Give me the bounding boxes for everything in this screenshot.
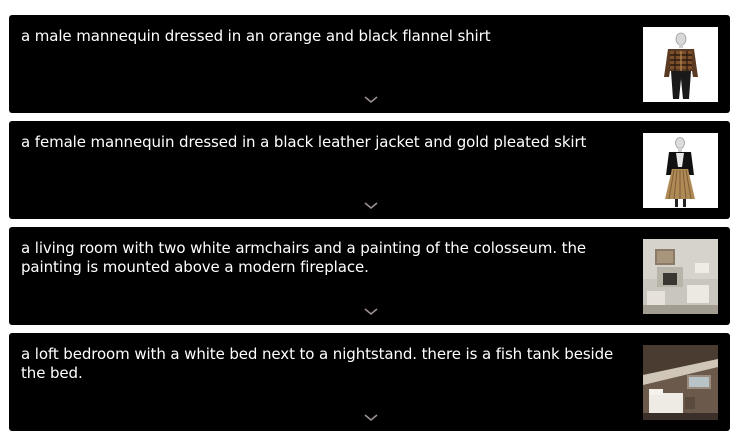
mannequin-jacket-thumbnail[interactable]: [643, 133, 718, 208]
chevron-down-icon[interactable]: [363, 413, 379, 423]
result-caption: a loft bedroom with a white bed next to …: [21, 345, 614, 382]
result-card[interactable]: a living room with two white armchairs a…: [9, 227, 730, 325]
result-caption: a living room with two white armchairs a…: [21, 239, 586, 276]
result-caption: a male mannequin dressed in an orange an…: [21, 27, 491, 45]
result-card[interactable]: a male mannequin dressed in an orange an…: [9, 15, 730, 113]
chevron-down-icon[interactable]: [363, 307, 379, 317]
result-card[interactable]: a loft bedroom with a white bed next to …: [9, 333, 730, 431]
chevron-down-icon[interactable]: [363, 201, 379, 211]
mannequin-flannel-thumbnail[interactable]: [643, 27, 718, 102]
living-room-thumbnail[interactable]: [643, 239, 718, 314]
result-card[interactable]: a female mannequin dressed in a black le…: [9, 121, 730, 219]
loft-bedroom-thumbnail[interactable]: [643, 345, 718, 420]
chevron-down-icon[interactable]: [363, 95, 379, 105]
results-list: a male mannequin dressed in an orange an…: [9, 15, 730, 439]
result-caption: a female mannequin dressed in a black le…: [21, 133, 587, 151]
